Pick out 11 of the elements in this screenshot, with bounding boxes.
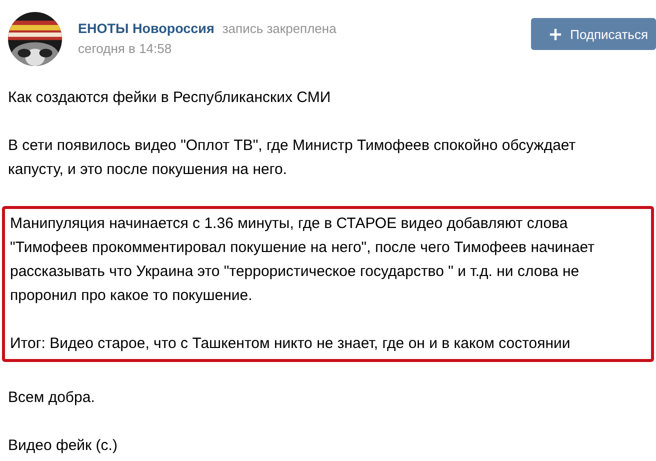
post-time[interactable]: сегодня в 14:58 — [78, 41, 172, 56]
post-paragraph: Всем добра. — [7, 388, 96, 408]
post-paragraph: Видео фейк (с.) — [7, 436, 118, 456]
post-paragraph: В сети появилось видео "Оплот ТВ", где Министр Тимофеев спокойно обсуждает капусту, и это после покушения на него. — [7, 136, 577, 180]
pinned-note: запись закреплена — [222, 21, 336, 36]
plus-icon — [549, 28, 562, 40]
post-paragraph: Итог: Видео старое, что с Ташкентом никто не знает, где он и в каком состоянии — [9, 334, 572, 354]
author-name[interactable]: ЕНОТЫ Новороссия — [78, 21, 214, 36]
post-paragraph: Как создаются фейки в Республиканских СМИ — [7, 88, 332, 108]
subscribe-button[interactable]: Подписаться — [531, 18, 656, 50]
post-paragraph: Манипуляция начинается с 1.36 минуты, где в СТАРОЕ видео добавляют слова "Тимофеев прокомментировал покушение на него", после чего Тимофеев начинает рассказывать что Украина это "террористическое государство " и т.д. ни слова не проронил про какое то покушение. — [9, 214, 596, 306]
